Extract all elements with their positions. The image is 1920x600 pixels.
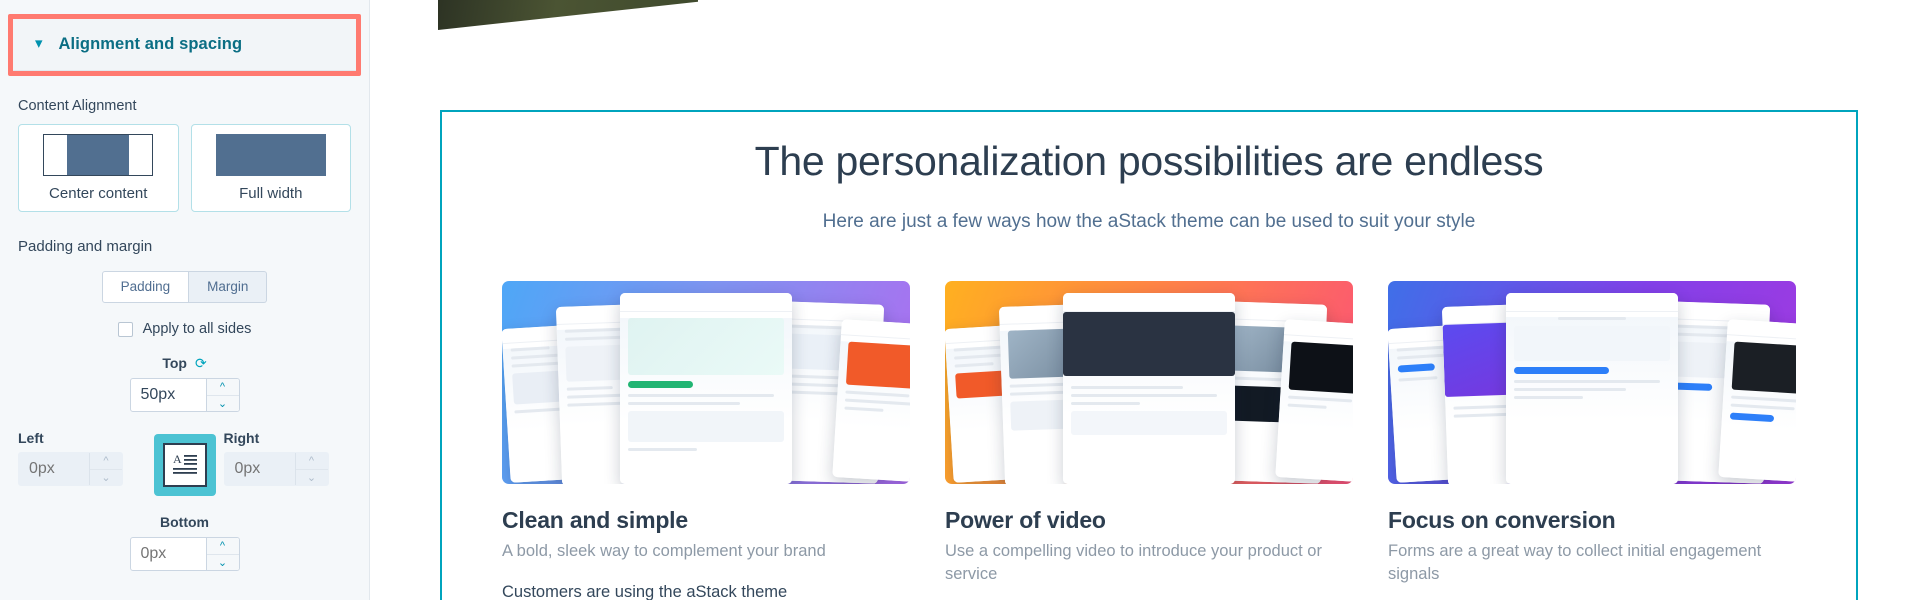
content-alignment-label: Content Alignment <box>18 98 137 114</box>
bottom-decrement-icon[interactable]: ⌄ <box>206 554 239 571</box>
alignment-option-center-content[interactable]: Center content <box>18 124 179 212</box>
top-spacing-input[interactable] <box>130 379 206 412</box>
top-increment-icon[interactable]: ^ <box>206 379 239 396</box>
bottom-label: Bottom <box>160 514 209 531</box>
center-content-thumbnail-icon <box>43 134 154 176</box>
module-subtitle: Here are just a few ways how the aStack … <box>822 211 1476 232</box>
apply-to-all-sides-label: Apply to all sides <box>142 321 252 338</box>
content-alignment-options: Center content Full width <box>18 124 351 212</box>
right-decrement-icon[interactable]: ⌄ <box>295 469 328 486</box>
sidebar-body: Content Alignment Center content Full wi… <box>0 98 369 572</box>
right-spacing-input[interactable] <box>224 453 295 486</box>
selected-module-outline[interactable]: The personalization possibilities are en… <box>440 110 1858 600</box>
feature-card[interactable]: Power of video Use a compelling video to… <box>945 281 1353 600</box>
top-spinner[interactable]: ^ ⌄ <box>205 379 239 412</box>
theme-collage-blue-purple-image <box>502 281 910 484</box>
apply-to-all-sides-checkbox[interactable] <box>117 321 133 337</box>
theme-collage-blue-violet-image <box>1388 281 1796 484</box>
document-alignment-icon[interactable]: A <box>153 434 216 497</box>
top-spacing-stepper[interactable]: ^ ⌄ <box>129 378 240 413</box>
feature-card[interactable]: Focus on conversion Forms are a great wa… <box>1388 281 1796 600</box>
accordion-header[interactable]: ▾ Alignment and spacing <box>13 19 356 71</box>
bottom-increment-icon[interactable]: ^ <box>206 538 239 555</box>
left-spacing-input[interactable] <box>19 453 89 486</box>
feature-card-title: Power of video <box>945 507 1106 533</box>
alignment-option-full-width[interactable]: Full width <box>190 124 351 212</box>
right-spacing-group: Right ^ ⌄ <box>223 430 352 487</box>
feature-card-title: Focus on conversion <box>1388 507 1616 533</box>
feature-card-title: Clean and simple <box>502 507 688 533</box>
apply-to-all-sides-row[interactable]: Apply to all sides <box>18 321 351 337</box>
bottom-spinner[interactable]: ^ ⌄ <box>205 538 239 571</box>
full-width-thumbnail-icon <box>215 134 326 176</box>
accordion-title: Alignment and spacing <box>58 35 243 53</box>
chevron-down-icon: ▾ <box>35 35 43 52</box>
left-spacing-group: Left ^ ⌄ <box>18 430 146 487</box>
document-alignment-glyph: A <box>162 443 207 488</box>
margin-tab[interactable]: Margin <box>189 271 268 304</box>
feature-card-subtitle: Use a compelling video to introduce your… <box>945 542 1322 584</box>
bottom-spacing-stepper[interactable]: ^ ⌄ <box>129 537 240 572</box>
feature-card-subtitle: A bold, sleek way to complement your bra… <box>502 542 826 560</box>
bottom-spacing-input[interactable] <box>130 538 206 571</box>
left-label: Left <box>18 430 44 447</box>
padding-margin-toggle: Padding Margin <box>18 271 351 304</box>
right-increment-icon[interactable]: ^ <box>295 453 328 470</box>
right-label: Right <box>223 430 260 447</box>
alignment-option-label: Full width <box>239 185 303 202</box>
top-label: Top <box>162 355 187 372</box>
feature-card[interactable]: Clean and simple A bold, sleek way to co… <box>502 281 910 600</box>
left-spinner[interactable]: ^ ⌄ <box>89 453 122 486</box>
right-spacing-stepper[interactable]: ^ ⌄ <box>223 452 329 487</box>
feature-card-list: Clean and simple A bold, sleek way to co… <box>442 281 1856 600</box>
refresh-icon[interactable]: ⟳ <box>195 356 207 370</box>
alignment-option-label: Center content <box>49 185 148 202</box>
bottom-spacing-group: Bottom ^ ⌄ <box>18 496 351 572</box>
left-spacing-stepper[interactable]: ^ ⌄ <box>18 452 123 487</box>
padding-tab[interactable]: Padding <box>101 271 190 304</box>
hero-image-bottom-edge <box>438 0 698 30</box>
alignment-and-spacing-accordion[interactable]: ▾ Alignment and spacing <box>8 14 361 76</box>
padding-and-margin-label: Padding and margin <box>18 238 153 255</box>
top-spacing-group: Top ⟳ ^ ⌄ <box>18 337 351 413</box>
feature-card-subtitle: Forms are a great way to collect initial… <box>1388 542 1762 584</box>
svg-text:A: A <box>173 452 182 466</box>
feature-card-body: Customers are using the aStack theme <box>502 583 788 600</box>
left-right-spacing-row: Left ^ ⌄ A <box>18 430 352 497</box>
page-preview: The personalization possibilities are en… <box>370 0 1920 600</box>
right-spinner[interactable]: ^ ⌄ <box>294 453 328 486</box>
editor-sidebar: ▾ Alignment and spacing Content Alignmen… <box>0 0 370 600</box>
left-decrement-icon[interactable]: ⌄ <box>90 469 122 486</box>
bottom-label-row: Bottom <box>160 514 209 530</box>
top-decrement-icon[interactable]: ⌄ <box>206 395 239 412</box>
page-builder-screen: ▾ Alignment and spacing Content Alignmen… <box>0 0 1920 600</box>
top-label-row: Top ⟳ <box>162 355 206 371</box>
theme-collage-orange-pink-image <box>945 281 1353 484</box>
module-title: The personalization possibilities are en… <box>754 138 1544 184</box>
left-increment-icon[interactable]: ^ <box>90 453 122 470</box>
